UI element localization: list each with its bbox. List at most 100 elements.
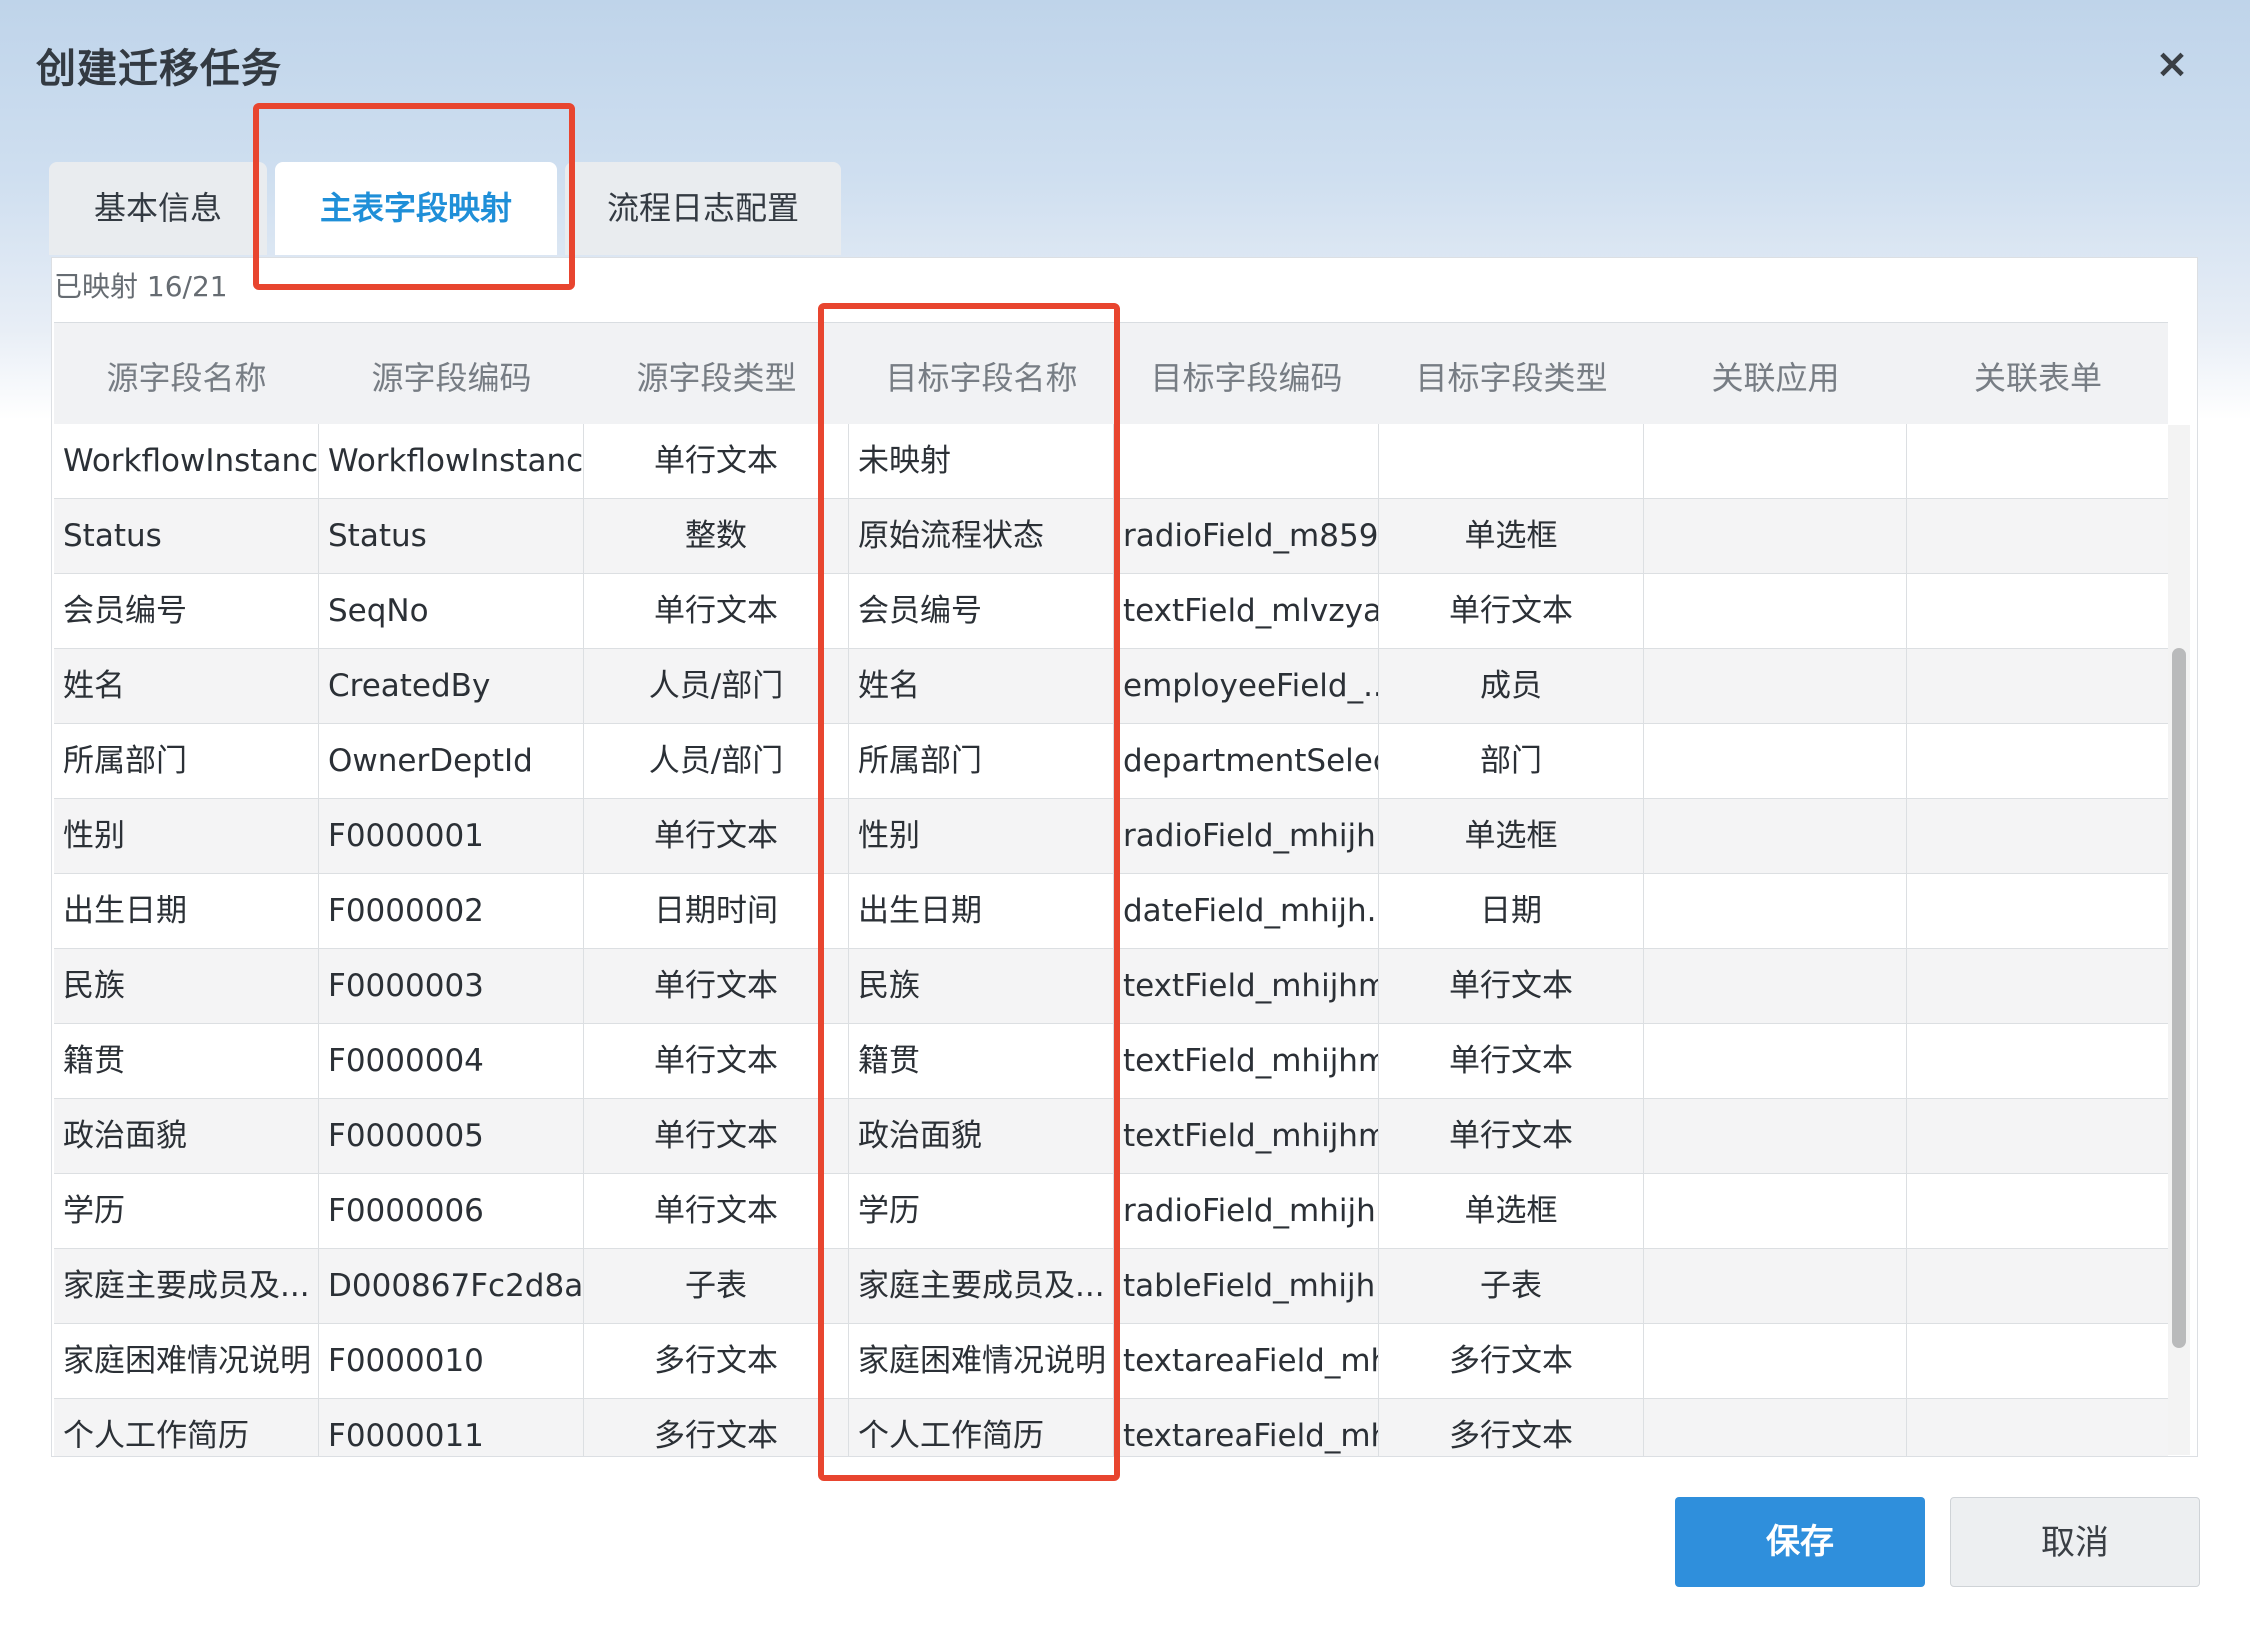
cell-target-field-type: 单选框 <box>1379 799 1644 873</box>
cell-related-form <box>1907 1024 2168 1098</box>
header-target-field-name: 目标字段名称 <box>885 359 1078 397</box>
table-row[interactable]: 民族F0000003单行文本民族textField_mhijhm...单行文本 <box>54 949 2168 1024</box>
cell-target-field-name[interactable]: 政治面貌 <box>849 1099 1114 1173</box>
cell-source-field-name: Status <box>54 499 319 573</box>
cell-related-app <box>1644 1249 1907 1323</box>
field-mapping-table: 源字段名称 源字段编码 源字段类型 目标字段名称 目标字段编码 目标字段类型 关… <box>54 322 2168 1456</box>
create-migration-dialog: 创建迁移任务 × 基本信息 主表字段映射 流程日志配置 已映射 16/21 源字… <box>0 0 2250 1625</box>
table-row[interactable]: 政治面貌F0000005单行文本政治面貌textField_mhijhm...单… <box>54 1099 2168 1174</box>
cell-source-field-type: 单行文本 <box>584 1174 849 1248</box>
mapped-count: 已映射 16/21 <box>54 270 228 303</box>
cell-source-field-type: 单行文本 <box>584 1024 849 1098</box>
cell-source-field-name: 会员编号 <box>54 574 319 648</box>
cell-source-field-code: OwnerDeptId <box>319 724 584 798</box>
cell-target-field-code: textareaField_mh... <box>1114 1324 1379 1398</box>
cell-target-field-type: 多行文本 <box>1379 1324 1644 1398</box>
table-header: 源字段名称 源字段编码 源字段类型 目标字段名称 目标字段编码 目标字段类型 关… <box>54 323 2168 424</box>
cell-related-app <box>1644 499 1907 573</box>
cell-related-form <box>1907 1174 2168 1248</box>
cell-source-field-name: WorkflowInstanc... <box>54 424 319 498</box>
cell-related-form <box>1907 1399 2168 1456</box>
table-scrollbar-thumb[interactable] <box>2172 648 2186 1348</box>
cell-target-field-code: textField_mhijhm... <box>1114 949 1379 1023</box>
cell-related-form <box>1907 724 2168 798</box>
cell-source-field-type: 单行文本 <box>584 799 849 873</box>
cell-target-field-name[interactable]: 学历 <box>849 1174 1114 1248</box>
header-related-app: 关联应用 <box>1711 359 1840 397</box>
cell-related-form <box>1907 499 2168 573</box>
cell-target-field-name[interactable]: 籍贯 <box>849 1024 1114 1098</box>
cell-target-field-name[interactable]: 性别 <box>849 799 1114 873</box>
cell-target-field-code: tableField_mhijh... <box>1114 1249 1379 1323</box>
header-related-form: 关联表单 <box>1973 359 2102 397</box>
cell-source-field-code: D000867Fc2d8a... <box>319 1249 584 1323</box>
cell-target-field-name[interactable]: 出生日期 <box>849 874 1114 948</box>
cell-target-field-type: 部门 <box>1379 724 1644 798</box>
table-row[interactable]: 籍贯F0000004单行文本籍贯textField_mhijhm...单行文本 <box>54 1024 2168 1099</box>
cell-source-field-name: 姓名 <box>54 649 319 723</box>
table-row[interactable]: 家庭困难情况说明 F0000010 多行文本 家庭困难情况说明 textareaFiel… <box>54 1324 2168 1399</box>
cell-related-form <box>1907 424 2168 498</box>
cell-target-field-name[interactable]: 未映射 <box>849 424 1114 498</box>
cell-target-field-type: 单选框 <box>1379 499 1644 573</box>
cell-related-app <box>1644 1024 1907 1098</box>
cell-source-field-type: 单行文本 <box>584 574 849 648</box>
table-row[interactable]: 家庭主要成员及...D000867Fc2d8a...子表家庭主要成员及...ta… <box>54 1249 2168 1324</box>
cell-related-app <box>1644 574 1907 648</box>
cell-target-field-type: 单行文本 <box>1379 949 1644 1023</box>
table-row[interactable]: 出生日期 F0000002 日期时间 出生日期 dateField_mhijh... 日期 <box>54 874 2168 949</box>
cell-target-field-code: textField_mhijhm... <box>1114 1099 1379 1173</box>
cell-target-field-type: 多行文本 <box>1379 1399 1644 1456</box>
table-row[interactable]: 个人工作简历F0000011多行文本个人工作简历textareaField_mh… <box>54 1399 2168 1456</box>
cell-related-app <box>1644 1399 1907 1456</box>
cell-target-field-code <box>1114 424 1379 498</box>
table-row[interactable]: 所属部门OwnerDeptId人员/部门所属部门departmentSelec.… <box>54 724 2168 799</box>
cancel-button[interactable]: 取消 <box>1950 1497 2200 1587</box>
cell-source-field-type: 单行文本 <box>584 424 849 498</box>
cell-source-field-code: Status <box>319 499 584 573</box>
cell-target-field-name[interactable]: 所属部门 <box>849 724 1114 798</box>
cell-related-form <box>1907 1099 2168 1173</box>
tab-process-log-config[interactable]: 流程日志配置 <box>565 162 841 255</box>
cell-related-form <box>1907 574 2168 648</box>
cell-target-field-name[interactable]: 民族 <box>849 949 1114 1023</box>
tab-main-field-mapping[interactable]: 主表字段映射 <box>275 162 557 255</box>
cell-target-field-code: radioField_mhijh... <box>1114 1174 1379 1248</box>
table-row[interactable]: StatusStatus整数原始流程状态radioField_m859...单选… <box>54 499 2168 574</box>
cell-target-field-code: radioField_m859... <box>1114 499 1379 573</box>
close-icon[interactable]: × <box>2150 42 2194 86</box>
table-row[interactable]: 会员编号SeqNo单行文本会员编号textField_mlvzya...单行文本 <box>54 574 2168 649</box>
cell-target-field-name[interactable]: 原始流程状态 <box>849 499 1114 573</box>
cell-target-field-code: textareaField_mh... <box>1114 1399 1379 1456</box>
cell-target-field-name[interactable]: 个人工作简历 <box>849 1399 1114 1456</box>
cell-target-field-name[interactable]: 会员编号 <box>849 574 1114 648</box>
cell-source-field-type: 日期时间 <box>584 874 849 948</box>
table-row[interactable]: WorkflowInstanc...WorkflowInstanc...单行文本… <box>54 424 2168 499</box>
cell-target-field-code: textField_mhijhm... <box>1114 1024 1379 1098</box>
cell-source-field-type: 人员/部门 <box>584 649 849 723</box>
cell-target-field-type: 单选框 <box>1379 1174 1644 1248</box>
table-row[interactable]: 姓名 CreatedBy 人员/部门 姓名 employeeField_... 成员 <box>54 649 2168 724</box>
save-button[interactable]: 保存 <box>1675 1497 1925 1587</box>
cell-related-app <box>1644 799 1907 873</box>
cell-target-field-name[interactable]: 家庭主要成员及... <box>849 1249 1114 1323</box>
cell-target-field-code: departmentSelec... <box>1114 724 1379 798</box>
header-source-field-name: 源字段名称 <box>106 359 267 397</box>
cell-source-field-name: 所属部门 <box>54 724 319 798</box>
table-row[interactable]: 性别 F0000001 单行文本 性别 radioField_mhijh... 单选框 <box>54 799 2168 874</box>
cell-source-field-type: 整数 <box>584 499 849 573</box>
cell-related-app <box>1644 1324 1907 1398</box>
cell-target-field-name[interactable]: 姓名 <box>849 649 1114 723</box>
tab-basic-info[interactable]: 基本信息 <box>49 162 267 255</box>
cell-target-field-name[interactable]: 家庭困难情况说明 <box>849 1324 1114 1398</box>
cell-target-field-type: 日期 <box>1379 874 1644 948</box>
cell-source-field-name: 出生日期 <box>54 874 319 948</box>
header-source-field-code: 源字段编码 <box>371 359 532 397</box>
cell-source-field-name: 个人工作简历 <box>54 1399 319 1456</box>
cell-source-field-code: F0000003 <box>319 949 584 1023</box>
cell-related-form <box>1907 874 2168 948</box>
header-target-field-type: 目标字段类型 <box>1415 359 1608 397</box>
cell-target-field-code: employeeField_... <box>1114 649 1379 723</box>
cell-related-app <box>1644 1174 1907 1248</box>
table-row[interactable]: 学历 F0000006 单行文本 学历 radioField_mhijh... 单选框 <box>54 1174 2168 1249</box>
